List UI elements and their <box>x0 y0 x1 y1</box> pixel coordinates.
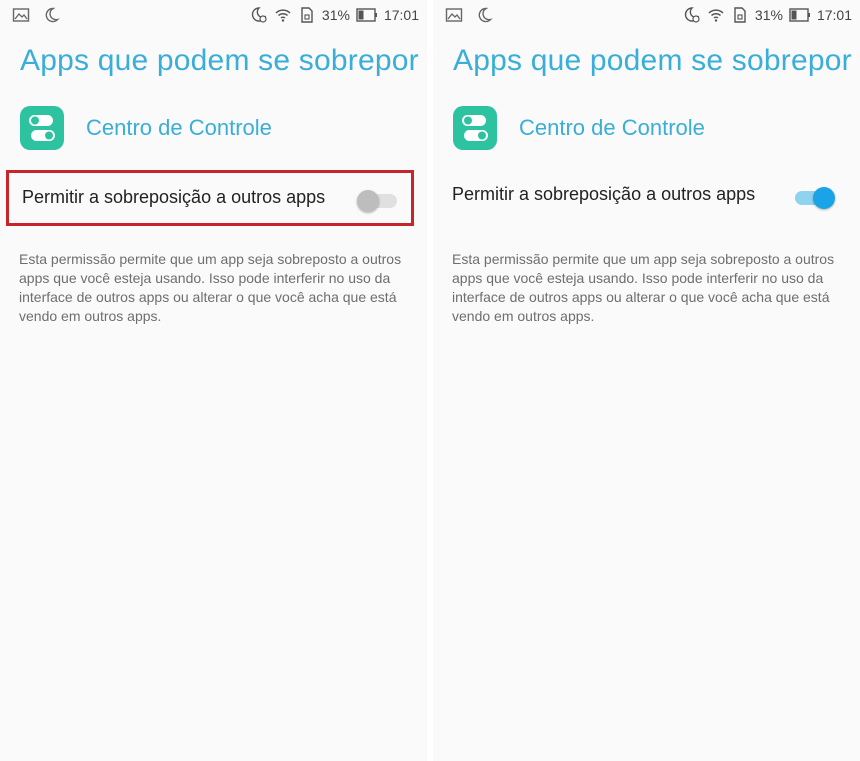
app-name: Centro de Controle <box>519 115 705 140</box>
moon-icon <box>42 6 60 24</box>
toggle-thumb <box>813 187 835 209</box>
battery-icon <box>356 6 378 24</box>
overlay-permission-row[interactable]: Permitir a sobreposição a outros apps <box>6 170 414 226</box>
status-bar: 31% 17:01 <box>0 0 427 30</box>
status-bar: 31% 17:01 <box>433 0 860 30</box>
overlay-permission-row[interactable]: Permitir a sobreposição a outros apps <box>439 170 847 226</box>
image-icon <box>12 6 30 24</box>
sim-icon <box>298 6 316 24</box>
control-center-app-icon <box>20 106 64 150</box>
wifi-icon <box>274 6 292 24</box>
control-center-app-icon <box>453 106 497 150</box>
moon-icon <box>475 6 493 24</box>
page-title: Apps que podem se sobrepor… <box>453 44 853 77</box>
overlay-permission-toggle[interactable] <box>357 189 399 212</box>
sim-icon <box>731 6 749 24</box>
toggle-thumb <box>357 190 379 212</box>
overlay-permission-toggle[interactable] <box>793 186 835 209</box>
page-title: Apps que podem se sobrepor… <box>20 44 420 77</box>
alarm-moon-icon <box>683 6 701 24</box>
app-header: Centro de Controle <box>453 106 705 150</box>
clock: 17:01 <box>816 7 852 23</box>
app-header: Centro de Controle <box>20 106 272 150</box>
battery-percent: 31% <box>754 7 783 23</box>
battery-icon <box>789 6 811 24</box>
app-name: Centro de Controle <box>86 115 272 140</box>
clock: 17:01 <box>383 7 419 23</box>
permission-description: Esta permissão permite que um app seja s… <box>452 251 835 324</box>
screen-left: 31% 17:01 Apps que podem se sobrepor… Ce… <box>0 0 427 761</box>
image-icon <box>445 6 463 24</box>
alarm-moon-icon <box>250 6 268 24</box>
battery-percent: 31% <box>321 7 350 23</box>
overlay-permission-label: Permitir a sobreposição a outros apps <box>22 187 326 207</box>
permission-description: Esta permissão permite que um app seja s… <box>19 251 402 324</box>
wifi-icon <box>707 6 725 24</box>
overlay-permission-label: Permitir a sobreposição a outros apps <box>452 184 756 204</box>
screen-right: 31% 17:01 Apps que podem se sobrepor… Ce… <box>433 0 860 761</box>
